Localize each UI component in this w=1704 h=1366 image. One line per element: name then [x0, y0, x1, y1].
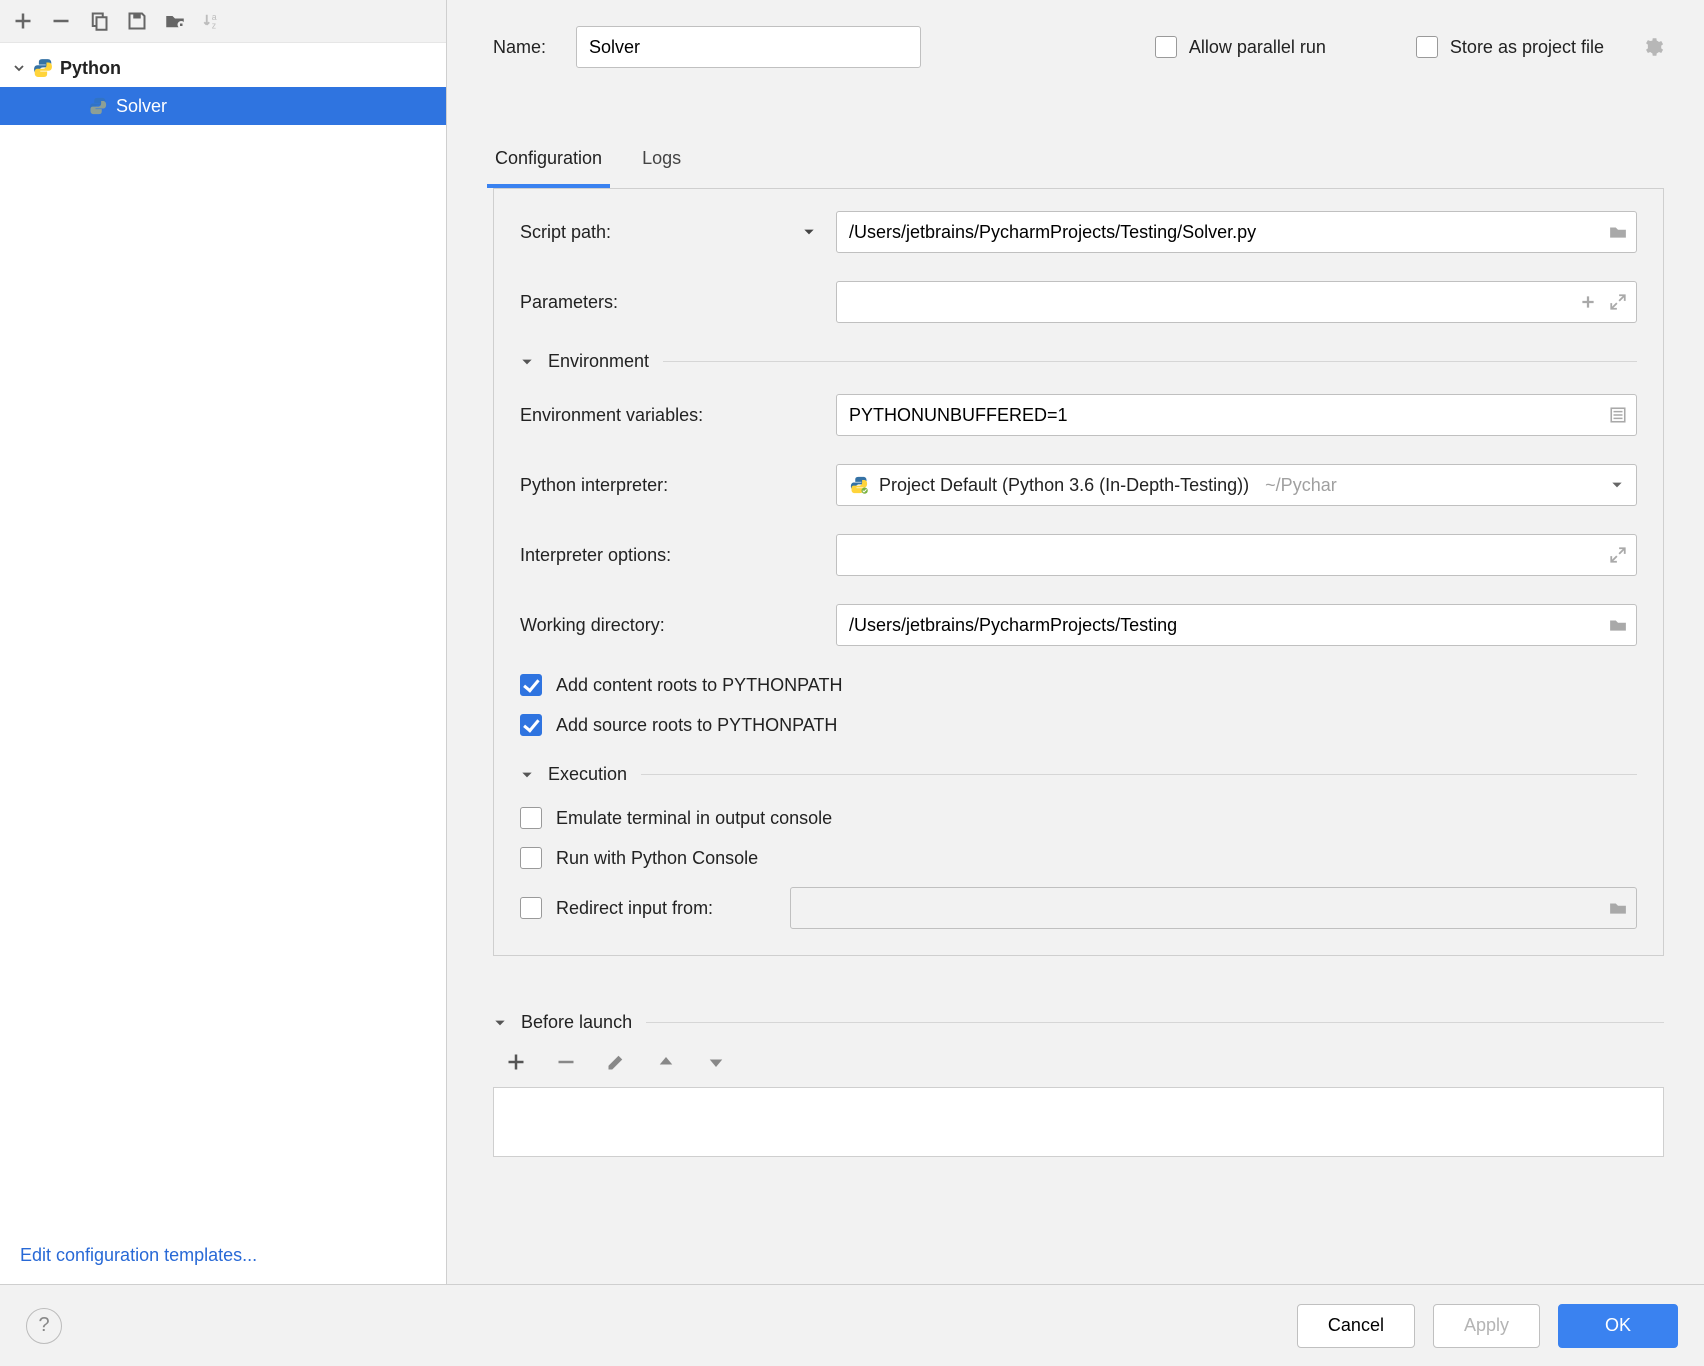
- chevron-down-icon: [12, 62, 26, 74]
- expand-icon[interactable]: [1609, 546, 1627, 564]
- interpreter-select[interactable]: Project Default (Python 3.6 (In-Depth-Te…: [836, 464, 1637, 506]
- tree-group-python[interactable]: Python: [0, 49, 446, 87]
- tabs: Configuration Logs: [493, 138, 1664, 188]
- before-launch-toolbar: [493, 1043, 1664, 1087]
- interpreter-options-label: Interpreter options:: [520, 545, 671, 566]
- config-tree: Python Solver: [0, 43, 446, 1237]
- python-icon: [88, 96, 110, 116]
- content-area: Name: Allow parallel run Store as projec…: [447, 0, 1704, 1284]
- python-icon: [32, 57, 54, 79]
- before-launch-list[interactable]: [493, 1087, 1664, 1157]
- bl-edit-button: [601, 1047, 631, 1077]
- copy-config-button[interactable]: [84, 6, 114, 36]
- script-path-input[interactable]: [836, 211, 1637, 253]
- redirect-input-label: Redirect input from:: [556, 898, 776, 919]
- chevron-down-icon: [1610, 478, 1624, 492]
- working-dir-label: Working directory:: [520, 615, 665, 636]
- svg-text:z: z: [212, 21, 216, 31]
- ok-button[interactable]: OK: [1558, 1304, 1678, 1348]
- execution-section-toggle[interactable]: [520, 768, 534, 782]
- store-project-checkbox[interactable]: Store as project file: [1416, 36, 1604, 58]
- interpreter-options-input[interactable]: [836, 534, 1637, 576]
- apply-button: Apply: [1433, 1304, 1540, 1348]
- env-section-toggle[interactable]: [520, 355, 534, 369]
- bl-up-button: [651, 1047, 681, 1077]
- interpreter-hint: ~/Pychar: [1265, 475, 1337, 496]
- parameters-label: Parameters:: [520, 292, 618, 313]
- sidebar: az Python Solver: [0, 0, 447, 1284]
- add-source-roots-checkbox[interactable]: [520, 714, 542, 736]
- bl-remove-button: [551, 1047, 581, 1077]
- script-path-dropdown-icon[interactable]: [798, 225, 816, 239]
- add-config-button[interactable]: [8, 6, 38, 36]
- browse-folder-icon[interactable]: [1609, 223, 1627, 241]
- browse-folder-icon[interactable]: [1609, 616, 1627, 634]
- allow-parallel-label: Allow parallel run: [1189, 37, 1326, 58]
- plus-icon[interactable]: [1579, 293, 1597, 311]
- script-path-label: Script path:: [520, 222, 611, 243]
- tree-item-label: Solver: [116, 96, 167, 117]
- before-launch-toggle[interactable]: [493, 1016, 507, 1030]
- tab-logs[interactable]: Logs: [640, 138, 683, 187]
- store-project-label: Store as project file: [1450, 37, 1604, 58]
- working-dir-input[interactable]: [836, 604, 1637, 646]
- emulate-terminal-label: Emulate terminal in output console: [556, 808, 832, 829]
- dialog-footer: ? Cancel Apply OK: [0, 1284, 1704, 1366]
- tab-configuration[interactable]: Configuration: [493, 138, 604, 187]
- folder-config-button[interactable]: [160, 6, 190, 36]
- gear-icon[interactable]: [1642, 36, 1664, 58]
- run-console-label: Run with Python Console: [556, 848, 758, 869]
- browse-folder-icon: [1609, 899, 1627, 917]
- expand-icon[interactable]: [1609, 293, 1627, 311]
- sidebar-toolbar: az: [0, 0, 446, 43]
- execution-section-label: Execution: [548, 764, 627, 785]
- name-input[interactable]: [576, 26, 921, 68]
- config-panel: Script path: Parameters:: [493, 188, 1664, 956]
- bl-down-button: [701, 1047, 731, 1077]
- remove-config-button[interactable]: [46, 6, 76, 36]
- add-content-roots-checkbox[interactable]: [520, 674, 542, 696]
- bl-add-button[interactable]: [501, 1047, 531, 1077]
- env-vars-label: Environment variables:: [520, 405, 703, 426]
- cancel-button[interactable]: Cancel: [1297, 1304, 1415, 1348]
- parameters-input[interactable]: [836, 281, 1637, 323]
- env-section-label: Environment: [548, 351, 649, 372]
- redirect-input-checkbox[interactable]: [520, 897, 542, 919]
- allow-parallel-checkbox[interactable]: Allow parallel run: [1155, 36, 1326, 58]
- before-launch-label: Before launch: [521, 1012, 632, 1033]
- list-icon[interactable]: [1609, 406, 1627, 424]
- add-source-roots-label: Add source roots to PYTHONPATH: [556, 715, 837, 736]
- emulate-terminal-checkbox[interactable]: [520, 807, 542, 829]
- redirect-input-field: [790, 887, 1637, 929]
- tree-group-label: Python: [60, 58, 121, 79]
- python-icon: [849, 475, 869, 495]
- tree-item-solver[interactable]: Solver: [0, 87, 446, 125]
- edit-templates-link[interactable]: Edit configuration templates...: [20, 1245, 257, 1265]
- save-config-button[interactable]: [122, 6, 152, 36]
- help-button[interactable]: ?: [26, 1308, 62, 1344]
- run-console-checkbox[interactable]: [520, 847, 542, 869]
- interpreter-value: Project Default (Python 3.6 (In-Depth-Te…: [879, 475, 1249, 496]
- env-vars-input[interactable]: [836, 394, 1637, 436]
- name-label: Name:: [493, 37, 546, 58]
- sort-config-button: az: [198, 6, 228, 36]
- add-content-roots-label: Add content roots to PYTHONPATH: [556, 675, 842, 696]
- interpreter-label: Python interpreter:: [520, 475, 668, 496]
